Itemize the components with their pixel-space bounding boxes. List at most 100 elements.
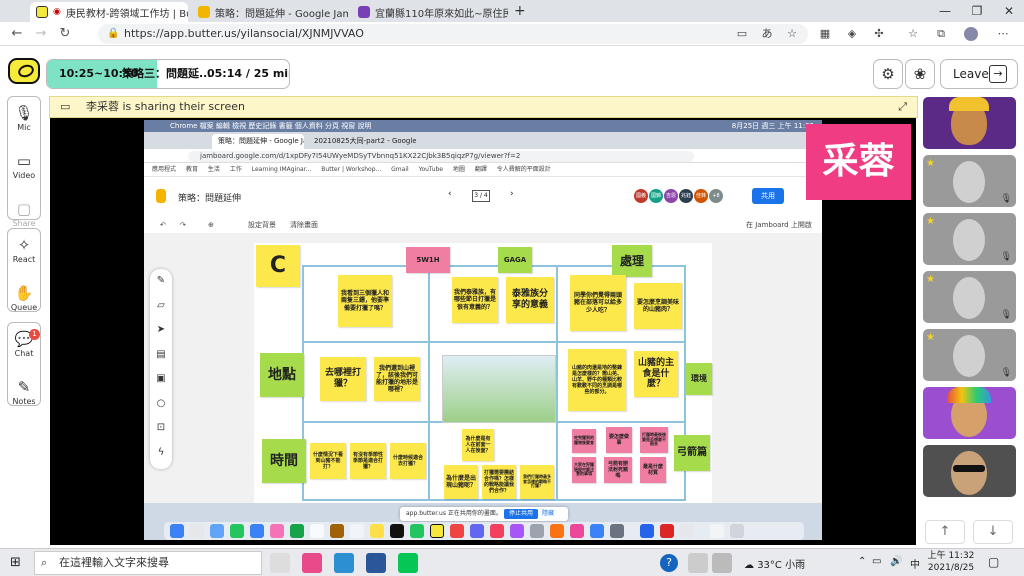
mac-menu-bar: Chrome 檔案 編輯 檢視 歷史記錄 書籤 個人資料 分頁 視窗 說明 8月… — [144, 120, 822, 132]
mac-tabs: 策略：問題延伸 - Google Jamb 20210825大同-part2 -… — [144, 132, 822, 149]
reload-icon[interactable]: ↻ — [56, 26, 74, 42]
butter-icon — [430, 524, 444, 538]
close-window-button[interactable]: ✕ — [994, 2, 1024, 20]
camera-icon[interactable]: ▭ — [735, 27, 749, 41]
contacts-icon — [330, 524, 344, 538]
app-icon[interactable] — [302, 553, 322, 573]
extension-icon[interactable]: ◈ — [845, 27, 859, 41]
butter-favicon-icon — [36, 6, 48, 18]
app-icon[interactable] — [712, 553, 732, 573]
word-icon[interactable] — [366, 553, 386, 573]
leave-button[interactable]: Leave → — [940, 59, 1018, 89]
tray-arrow-icon[interactable]: ⌃ — [858, 556, 866, 567]
translate-icon[interactable]: あ — [760, 27, 774, 41]
taskbar-search[interactable]: ⌕ 在這裡輸入文字來搜尋 — [34, 551, 262, 575]
mic-off-icon: 🎙 — [1000, 194, 1012, 204]
jamboard-title: 策略：問題延伸 — [178, 194, 242, 204]
participant-tile[interactable] — [923, 387, 1016, 439]
edge-icon[interactable] — [334, 553, 354, 573]
volume-icon[interactable]: 🔊 — [890, 556, 902, 567]
participant-tile[interactable]: ★ 🎙 — [923, 155, 1016, 207]
system-clock[interactable]: 上午 11:32 2021/8/25 — [926, 550, 976, 574]
tab-jamboard[interactable]: 策略：問題延伸 - Google Jambo ✕ — [192, 2, 348, 22]
app-icon — [530, 524, 544, 538]
sticky-note-time: 時間 — [262, 439, 306, 483]
settings-gear-icon[interactable]: ⚙ — [873, 59, 903, 89]
puzzle-icon[interactable]: ✣ — [872, 27, 886, 41]
avatar-hat — [949, 97, 989, 111]
mail-icon — [250, 524, 264, 538]
participant-tile[interactable]: ★ 🎙 — [923, 271, 1016, 323]
collaborator-avatar: 佳鋒 — [694, 189, 708, 203]
sticky-note: 為什麼是出現山豬呢？ — [444, 465, 478, 499]
more-menu-icon[interactable]: ⋯ — [996, 27, 1010, 41]
trash-icon — [730, 524, 744, 538]
safari-icon — [210, 524, 224, 538]
scroll-down-button[interactable]: ↓ — [973, 520, 1013, 544]
recording-icon: ◉ — [53, 7, 61, 17]
facetime-icon — [290, 524, 304, 538]
collaborator-avatar: +8 — [709, 189, 723, 203]
hide-button: 隱藏 — [542, 510, 555, 517]
url-field[interactable]: 🔒 https://app.butter.us/yilansocial/XJNM… — [98, 24, 808, 44]
app-icon[interactable] — [688, 553, 708, 573]
sticky-note: 同學你們覺得兩頭豬在部落可以給多少人吃？ — [570, 275, 626, 331]
task-view-icon[interactable] — [270, 553, 290, 573]
notes-button[interactable]: ✎ Notes — [8, 377, 40, 419]
expand-icon[interactable]: ⤢ — [898, 97, 907, 117]
windows-start-icon[interactable]: ⊞ — [10, 555, 21, 570]
favorites-icon[interactable]: ☆ — [906, 27, 920, 41]
scroll-up-button[interactable]: ↑ — [925, 520, 965, 544]
agenda-widget[interactable]: 10:25~10:50 策略三：問題延... 05:14 / 25 mins — [46, 59, 290, 89]
mic-button[interactable]: 🎙 Mic — [8, 103, 40, 145]
maximize-button[interactable]: ❐ — [962, 2, 992, 20]
weather-widget[interactable]: ☁ 33°C 小雨 — [744, 556, 805, 571]
minimize-button[interactable]: — — [930, 2, 960, 20]
extension-icon[interactable]: ▦ — [818, 27, 832, 41]
tab-butter[interactable]: ◉ 庚民教材-跨領域工作坊 | Bu ✕ — [30, 2, 188, 22]
clear-frame: 清除畫面 — [290, 221, 318, 229]
tab-title: 宜蘭縣110年原來如此~原住民族 — [375, 8, 508, 20]
clock-time: 上午 11:32 — [927, 551, 975, 561]
sticky-note: 我們泰雅族，有哪些節日打獵是很有意義的？ — [452, 277, 498, 323]
line-icon[interactable] — [398, 553, 418, 573]
participant-tile[interactable] — [923, 445, 1016, 497]
queue-button[interactable]: ✋ Queue — [8, 283, 40, 325]
finder-icon — [170, 524, 184, 538]
sticky-note: 山豬的肉還是地的整鍊是怎麼樣的？需山羌、山羊、野牛的種類比較有歡歡不同的烹調是哪… — [568, 349, 626, 411]
participant-tile[interactable]: ★ 🎙 — [923, 329, 1016, 381]
reminders-icon — [350, 524, 364, 538]
tab-title: 庚民教材-跨領域工作坊 | Bu — [65, 8, 188, 20]
bookmark-star-icon[interactable]: ☆ — [785, 27, 799, 41]
video-button[interactable]: ▭ Video — [8, 151, 40, 193]
tab-title: 策略：問題延伸 - Google Jambo — [215, 8, 348, 20]
participants-icon[interactable]: ❀ — [905, 59, 935, 89]
sticky-note: 我們打獵時最多會怎樣的戰略不打獵？ — [520, 465, 554, 499]
back-icon[interactable]: ← — [8, 26, 26, 42]
chat-button[interactable]: 💬 Chat 1 — [8, 329, 40, 371]
forward-icon[interactable]: → — [32, 26, 50, 42]
notification-icon[interactable]: ▢ — [988, 555, 999, 569]
launchpad-icon — [190, 524, 204, 538]
bookmark: 翻譯 — [474, 166, 487, 173]
participant-tile[interactable] — [923, 97, 1016, 149]
set-background: 設定背景 — [248, 221, 276, 229]
host-star-icon: ★ — [926, 332, 935, 343]
new-tab-button[interactable]: + — [514, 3, 526, 19]
presenter-name-tag: 采蓉 — [806, 124, 911, 200]
podcasts-icon — [510, 524, 524, 538]
network-icon[interactable]: ▭ — [872, 556, 881, 567]
ime-indicator[interactable]: 中 — [910, 556, 920, 571]
help-icon[interactable]: ? — [660, 554, 678, 572]
profile-avatar[interactable] — [964, 27, 978, 41]
collections-icon[interactable]: ⧉ — [934, 27, 948, 41]
jamboard-favicon-icon — [198, 6, 210, 18]
collab-controls: 💬 Chat 1 ✎ Notes — [7, 322, 41, 406]
lock-icon: 🔒 — [107, 28, 120, 39]
participant-tile[interactable]: ★ 🎙 — [923, 213, 1016, 265]
mac-dock-area: app.butter.us 正在共用你的畫面。 停止共用 隱藏 — [144, 503, 822, 540]
app-icon — [470, 524, 484, 538]
tab-yilan[interactable]: 宜蘭縣110年原來如此~原住民族 ✕ — [352, 2, 508, 22]
queue-label: Queue — [10, 303, 38, 312]
react-button[interactable]: ✧ React — [8, 235, 40, 277]
